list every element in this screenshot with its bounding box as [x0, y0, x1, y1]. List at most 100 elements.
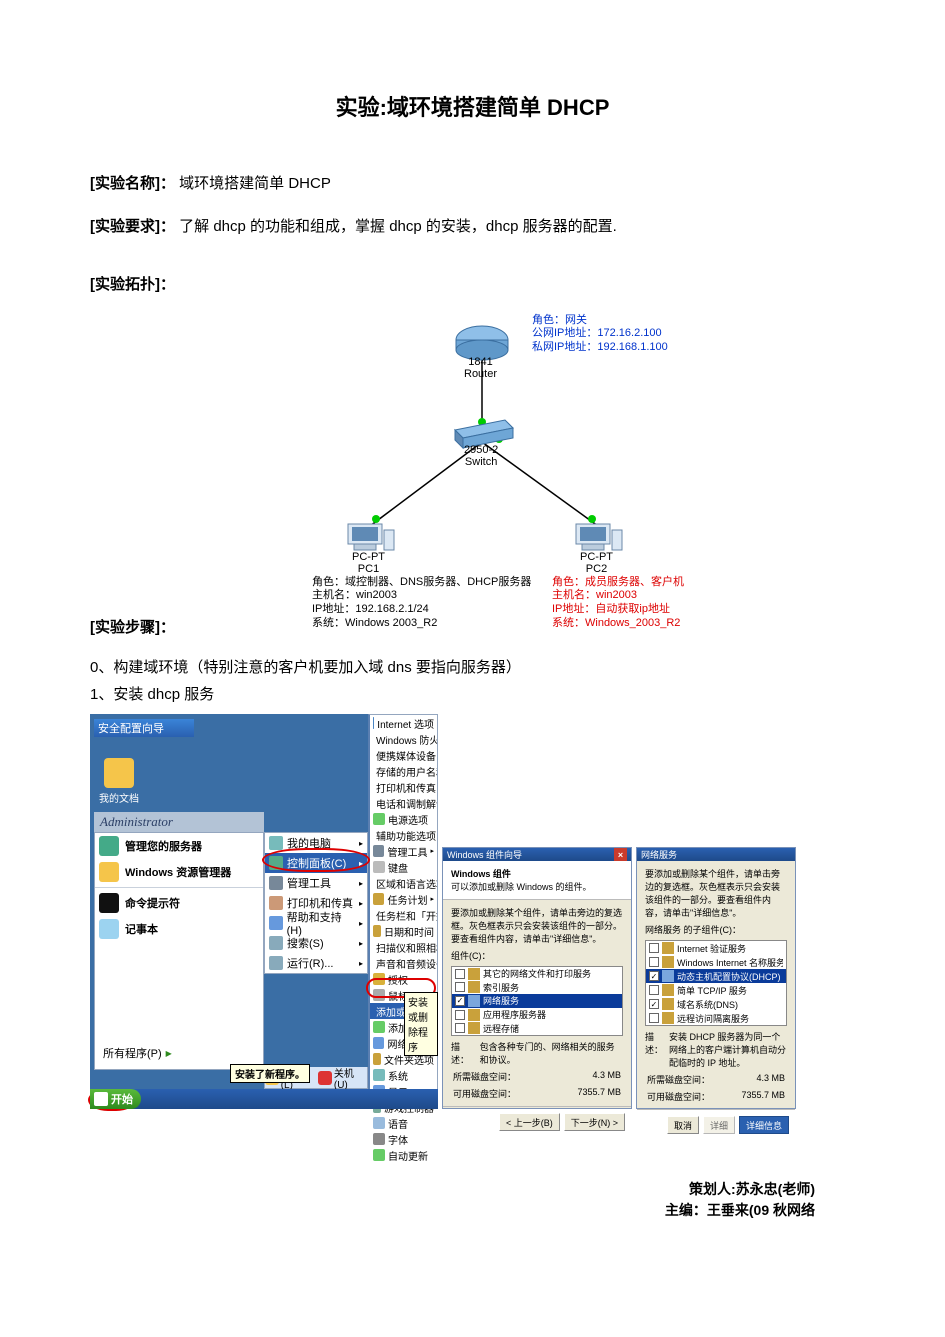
cp-item-icon	[373, 1069, 385, 1081]
control-panel-item[interactable]: 便携媒体设备	[370, 747, 437, 763]
cp-item-label: 存储的用户名和密码	[376, 764, 437, 779]
my-documents-icon[interactable]	[104, 758, 134, 788]
control-panel-item[interactable]: Windows 防火墙	[370, 731, 437, 747]
control-panel-item[interactable]: 声音和音频设备	[370, 955, 437, 971]
checkbox[interactable]: ✓	[455, 996, 465, 1006]
netserv-desc-label: 描述：	[645, 1030, 663, 1069]
component-item[interactable]: 远程访问隔离服务	[646, 1011, 786, 1025]
component-item[interactable]: 简单 TCP/IP 服务	[646, 983, 786, 997]
arrow-right-icon: ▸	[430, 895, 434, 903]
all-programs-button[interactable]: 所有程序(P) ▶	[103, 1043, 172, 1063]
component-item[interactable]: 其它的网络文件和打印服务	[452, 967, 622, 981]
control-panel-item[interactable]: 区域和语言选项	[370, 875, 437, 891]
control-panel-item[interactable]: 自动更新	[370, 1147, 437, 1163]
cp-item-label: 任务栏和「开始」菜单	[376, 908, 437, 923]
control-panel-item[interactable]: 字体	[370, 1131, 437, 1147]
menu-item-label: 我的电脑	[287, 835, 331, 851]
start-menu-right: 我的电脑▸控制面板(C)▸管理工具▸打印机和传真▸帮助和支持(H)▸搜索(S)▸…	[264, 832, 368, 974]
netserv-list-label: 网络服务 的子组件(C)：	[645, 923, 787, 936]
component-item[interactable]: 远程存储	[452, 1021, 622, 1035]
checkbox[interactable]	[649, 1013, 659, 1023]
component-item[interactable]: 应用程序服务器	[452, 1008, 622, 1022]
topology-diagram: 1841 Router 2950-2 Switch PC-PT PC1 PC-P…	[250, 314, 770, 604]
manage-server-item[interactable]: 管理您的服务器	[95, 833, 263, 859]
cp-item-icon	[373, 925, 381, 937]
component-icon	[468, 1009, 480, 1021]
notepad-item[interactable]: 记事本	[95, 916, 263, 942]
close-icon[interactable]: ×	[614, 848, 627, 861]
control-panel-item[interactable]: 存储的用户名和密码	[370, 763, 437, 779]
new-program-tooltip: 安装了新程序。	[230, 1064, 310, 1083]
control-panel-item[interactable]: 授权	[370, 971, 437, 987]
checkbox[interactable]	[455, 1023, 465, 1033]
component-icon	[662, 942, 674, 954]
control-panel-item[interactable]: 键盘	[370, 859, 437, 875]
start-menu-item[interactable]: 运行(R)...▸	[265, 953, 367, 973]
start-menu-item[interactable]: 我的电脑▸	[265, 833, 367, 853]
checkbox[interactable]: ✓	[649, 971, 659, 981]
components-list[interactable]: 其它的网络文件和打印服务索引服务✓网络服务应用程序服务器远程存储	[451, 966, 623, 1036]
pc1-label: PC-PT PC1	[352, 551, 385, 575]
component-label: 简单 TCP/IP 服务	[677, 984, 747, 997]
netserv-list[interactable]: Internet 验证服务Windows Internet 名称服务 (WINS…	[645, 940, 787, 1026]
start-menu-item[interactable]: 帮助和支持(H)▸	[265, 913, 367, 933]
pc1-note: 角色：域控制器、DNS服务器、DHCP服务器 主机名：win2003 IP地址：…	[312, 576, 531, 631]
control-panel-item[interactable]: 打印机和传真	[370, 779, 437, 795]
component-item[interactable]: ✓域名系统(DNS)	[646, 997, 786, 1011]
cp-item-label: 电话和调制解调器选项	[376, 796, 437, 811]
control-panel-item[interactable]: 管理工具▸	[370, 843, 437, 859]
component-item[interactable]: Windows Internet 名称服务 (WINS)	[646, 955, 786, 969]
component-item[interactable]: Internet 验证服务	[646, 941, 786, 955]
menu-item-label: 帮助和支持(H)	[287, 909, 355, 937]
exp-req-text: 了解 dhcp 的功能和组成，掌握 dhcp 的安装，dhcp 服务器的配置.	[179, 218, 617, 235]
explorer-item[interactable]: Windows 资源管理器	[95, 859, 263, 885]
checkbox[interactable]	[649, 943, 659, 953]
control-panel-item[interactable]: 电源选项	[370, 811, 437, 827]
control-panel-item[interactable]: 辅助功能选项	[370, 827, 437, 843]
components-wizard-dialog: Windows 组件向导 × Windows 组件 可以添加或删除 Window…	[442, 847, 632, 1109]
component-icon	[662, 956, 674, 968]
cp-tooltip: 安装或删除程序	[404, 992, 438, 1056]
next-button[interactable]: 下一步(N) >	[564, 1113, 625, 1131]
component-item[interactable]: 索引服务	[452, 981, 622, 995]
checkbox[interactable]	[649, 985, 659, 995]
avail-space-val: 7355.7 MB	[577, 1087, 621, 1100]
component-label: 远程访问隔离服务	[677, 1012, 749, 1025]
menu-item-icon	[269, 916, 283, 930]
arrow-right-icon: ▶	[166, 1049, 172, 1058]
component-item[interactable]: ✓网络服务	[452, 994, 622, 1008]
cp-item-label: 键盘	[388, 860, 408, 875]
control-panel-item[interactable]: 语音	[370, 1115, 437, 1131]
checkbox[interactable]: ✓	[649, 999, 659, 1009]
checkbox[interactable]	[455, 1010, 465, 1020]
control-panel-item[interactable]: Internet 选项	[370, 715, 437, 731]
details-button[interactable]: 详细信息	[739, 1116, 789, 1134]
cp-item-label: 语音	[388, 1116, 408, 1131]
checkbox[interactable]	[649, 957, 659, 967]
taskbar: 开始	[90, 1089, 438, 1109]
menu-item-icon	[269, 856, 283, 870]
cancel-button[interactable]: 取消	[667, 1116, 699, 1134]
control-panel-item[interactable]: 任务计划▸	[370, 891, 437, 907]
control-panel-item[interactable]: 任务栏和「开始」菜单	[370, 907, 437, 923]
control-panel-item[interactable]: 电话和调制解调器选项	[370, 795, 437, 811]
back-button[interactable]: < 上一步(B)	[499, 1113, 560, 1131]
control-panel-item[interactable]: 日期和时间	[370, 923, 437, 939]
wizard-desc-label: 描述：	[451, 1040, 474, 1066]
cp-item-icon	[373, 1133, 385, 1145]
control-panel-item[interactable]: 系统	[370, 1067, 437, 1083]
shutdown-button[interactable]: 关机(U)	[318, 1065, 367, 1091]
component-icon	[662, 970, 674, 982]
start-menu-item[interactable]: 管理工具▸	[265, 873, 367, 893]
start-menu-item[interactable]: 控制面板(C)▸	[265, 853, 367, 873]
cp-item-icon	[373, 1053, 381, 1065]
checkbox[interactable]	[455, 969, 465, 979]
start-button[interactable]: 开始	[90, 1089, 141, 1109]
cp-item-icon	[373, 861, 385, 873]
checkbox[interactable]	[455, 982, 465, 992]
component-item[interactable]: ✓动态主机配置协议(DHCP)	[646, 969, 786, 983]
cmd-item[interactable]: 命令提示符	[95, 890, 263, 916]
cp-item-icon	[373, 813, 385, 825]
component-icon	[468, 968, 480, 980]
control-panel-item[interactable]: 扫描仪和照相机	[370, 939, 437, 955]
